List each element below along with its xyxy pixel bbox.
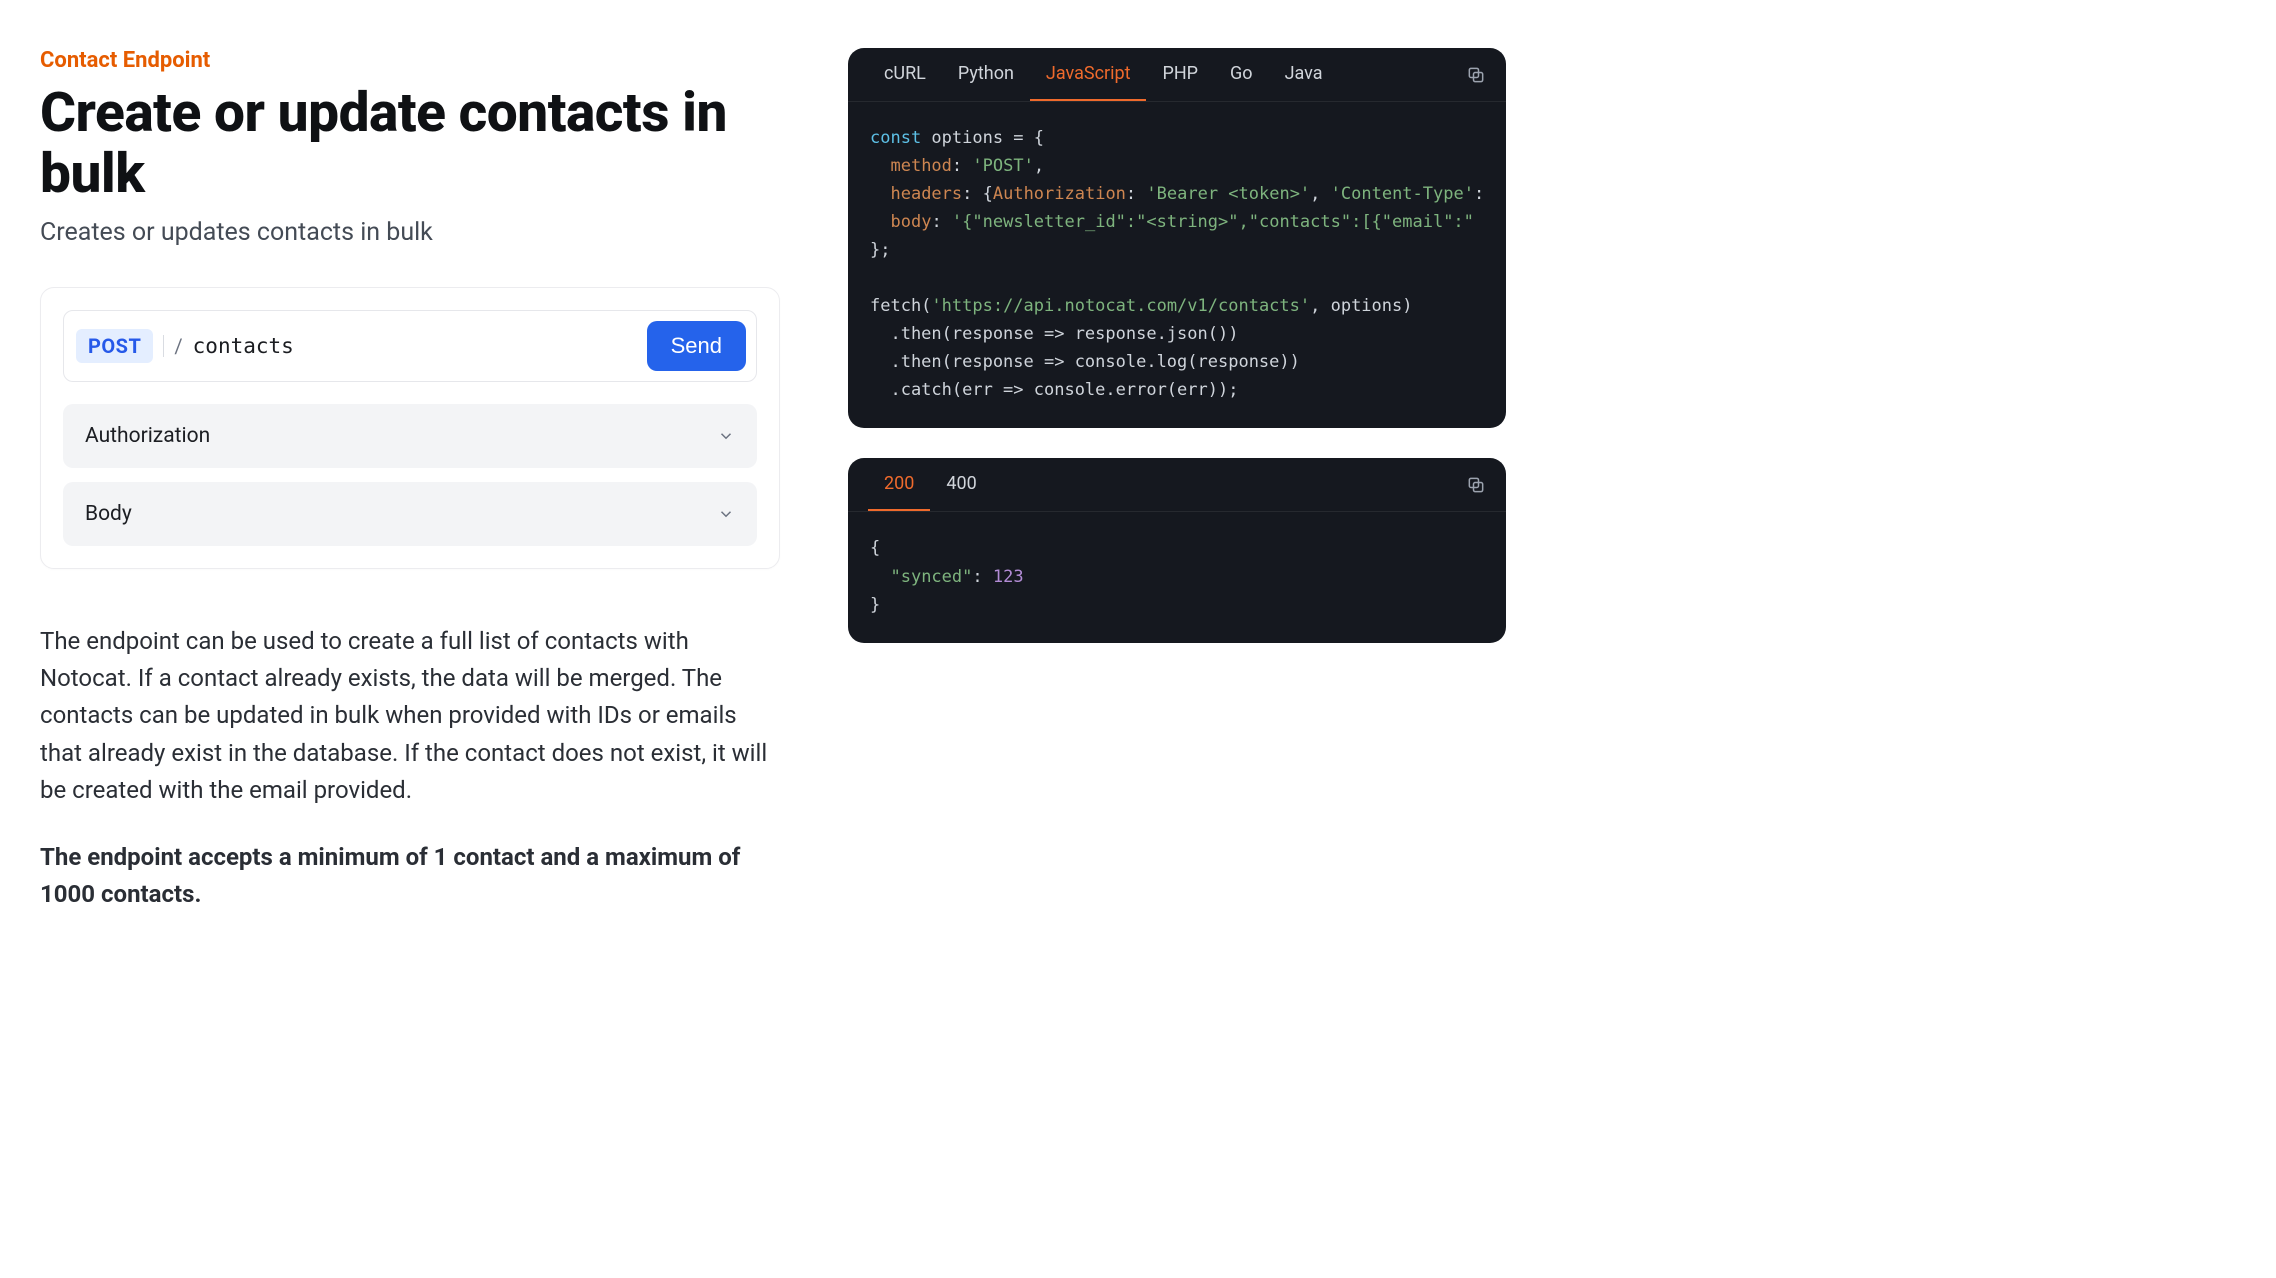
request-card: POST / contacts Send Authorization Body bbox=[40, 287, 780, 569]
endpoint-path: contacts bbox=[193, 334, 294, 358]
section-authorization[interactable]: Authorization bbox=[63, 404, 757, 468]
section-label: Authorization bbox=[85, 424, 210, 448]
description-limits: The endpoint accepts a minimum of 1 cont… bbox=[40, 839, 780, 913]
response-sample: { "synced": 123 } bbox=[848, 512, 1506, 642]
vertical-divider bbox=[163, 335, 164, 357]
code-sample-panel: cURLPythonJavaScriptPHPGoJava const opti… bbox=[848, 48, 1506, 428]
tab-java[interactable]: Java bbox=[1269, 48, 1339, 101]
section-body[interactable]: Body bbox=[63, 482, 757, 546]
copy-icon[interactable] bbox=[1466, 65, 1486, 85]
tab-python[interactable]: Python bbox=[942, 48, 1030, 101]
tab-400-response[interactable]: 400 bbox=[930, 458, 992, 511]
tab-javascript[interactable]: JavaScript bbox=[1030, 48, 1147, 101]
endpoint-text: POST / contacts bbox=[76, 329, 635, 363]
send-button[interactable]: Send bbox=[647, 321, 746, 371]
response-panel: 200400 { "synced": 123 } bbox=[848, 458, 1506, 642]
section-label: Body bbox=[85, 502, 132, 526]
response-tabs: 200400 bbox=[848, 458, 1506, 512]
tab-curl[interactable]: cURL bbox=[868, 48, 942, 101]
endpoint-category: Contact Endpoint bbox=[40, 48, 780, 73]
copy-icon[interactable] bbox=[1466, 475, 1486, 495]
page-title: Create or update contacts in bulk bbox=[40, 83, 780, 204]
tab-go[interactable]: Go bbox=[1214, 48, 1269, 101]
http-method-badge: POST bbox=[76, 329, 153, 363]
path-slash: / bbox=[174, 334, 182, 358]
chevron-down-icon bbox=[717, 505, 735, 523]
endpoint-row: POST / contacts Send bbox=[63, 310, 757, 382]
chevron-down-icon bbox=[717, 427, 735, 445]
tab-200-response[interactable]: 200 bbox=[868, 458, 930, 511]
page-subtitle: Creates or updates contacts in bulk bbox=[40, 218, 780, 247]
code-sample: const options = { method: 'POST', header… bbox=[848, 102, 1506, 428]
code-tabs: cURLPythonJavaScriptPHPGoJava bbox=[848, 48, 1506, 102]
description-paragraph: The endpoint can be used to create a ful… bbox=[40, 623, 780, 809]
tab-php[interactable]: PHP bbox=[1146, 48, 1214, 101]
